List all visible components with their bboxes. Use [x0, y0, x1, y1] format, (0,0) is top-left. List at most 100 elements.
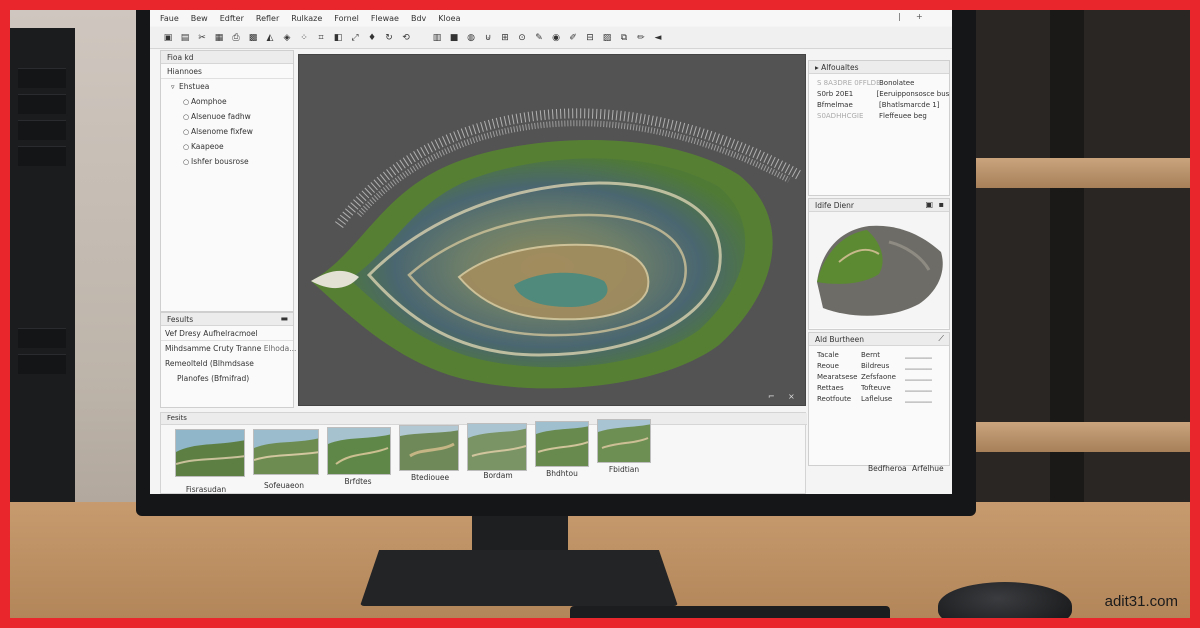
close-icon[interactable]: ▪: [939, 200, 944, 209]
globe-icon[interactable]: ◍: [465, 32, 477, 44]
property-row[interactable]: Tacale Bernt ▁▁▁▁▁: [809, 350, 949, 361]
attribute-row[interactable]: Bfmelmae [Bhatlsmarcde 1]: [809, 100, 949, 111]
pen-icon[interactable]: ✏: [635, 32, 647, 44]
status-right: Arfelhue: [912, 464, 944, 473]
page-icon[interactable]: ▤: [179, 32, 191, 44]
gallery-thumbnail[interactable]: [327, 427, 391, 475]
shape-icon[interactable]: ◭: [264, 32, 276, 44]
grid-icon[interactable]: ⊞: [499, 32, 511, 44]
cut-icon[interactable]: ✂: [196, 32, 208, 44]
app-window: Faue Bew Edfter Refler Rulkaze Fornel Fl…: [150, 10, 952, 494]
frame-icon[interactable]: ▦: [213, 32, 225, 44]
reload-icon[interactable]: ⟲: [400, 32, 412, 44]
collapse-icon[interactable]: ▬: [280, 314, 288, 323]
panel-title: Idife Dienr ▣ ▪: [809, 199, 949, 212]
tree-item[interactable]: ○ Kaapeoe: [161, 139, 293, 154]
pin-icon[interactable]: ⌐: [768, 392, 775, 401]
dots-icon[interactable]: ⁘: [298, 32, 310, 44]
tree-item[interactable]: ○ Alsenome fixfew: [161, 124, 293, 139]
attributes-panel: ▸ Alfoualtes S 8A3DRE 0FFLDE Bonolatee S0…: [808, 60, 950, 196]
gallery-thumbnail[interactable]: [175, 429, 245, 477]
menu-view[interactable]: Bew: [191, 14, 208, 23]
shelf-board: [962, 158, 1190, 188]
menu-help[interactable]: Kloea: [438, 14, 460, 23]
camera-icon[interactable]: ◉: [550, 32, 562, 44]
attribute-row[interactable]: S 8A3DRE 0FFLDE Bonolatee: [809, 78, 949, 89]
redo-icon[interactable]: ↻: [383, 32, 395, 44]
panel-title: ▸ Alfoualtes: [809, 61, 949, 74]
circle-icon: ○: [183, 98, 190, 106]
gallery-thumbnail[interactable]: [399, 425, 459, 471]
viewport-footer: ⌐ ×: [298, 390, 806, 406]
box-icon[interactable]: ■: [448, 32, 460, 44]
minimize-button[interactable]: |: [898, 12, 901, 21]
menu-window[interactable]: Flewae: [371, 14, 399, 23]
result-row[interactable]: Remeolteld (Blhmdsase: [161, 356, 293, 371]
tree-item[interactable]: ○ Alsenuoe fadhw: [161, 109, 293, 124]
panel-title: Fesults ▬: [161, 313, 293, 326]
gallery-thumbnail[interactable]: [253, 429, 319, 475]
drop-icon[interactable]: ♦: [366, 32, 378, 44]
gallery-thumbnail[interactable]: [597, 419, 651, 463]
thumbnail-label: Bhdhtou: [546, 469, 578, 478]
layers-icon[interactable]: ⧉: [618, 32, 630, 44]
property-row[interactable]: Reoue Bildreus ▁▁▁▁▁: [809, 361, 949, 372]
attribute-row[interactable]: S0rb 20E1 [Eeruipponsosce bus]: [809, 89, 949, 100]
layer-icon[interactable]: ▥: [431, 32, 443, 44]
menubar: Faue Bew Edfter Refler Rulkaze Fornel Fl…: [150, 10, 952, 26]
circle-icon: ○: [183, 113, 190, 121]
results-panel: Fesults ▬ Vef Dresy Aufhelracmoel Mihdsam…: [160, 312, 296, 408]
shape-icon[interactable]: ◈: [281, 32, 293, 44]
magnet-icon[interactable]: ⊍: [482, 32, 494, 44]
thumbnail-label: Bordam: [483, 471, 513, 480]
pen-icon[interactable]: ✎: [533, 32, 545, 44]
properties-panel: Ald Burtheen ⟋ Tacale Bernt ▁▁▁▁▁ Reoue Bild…: [808, 332, 950, 466]
grid-icon[interactable]: ⊟: [584, 32, 596, 44]
3d-viewport[interactable]: [298, 54, 806, 406]
pen-icon[interactable]: ✐: [567, 32, 579, 44]
status-left: Bedfheroa: [868, 464, 907, 473]
grid-icon[interactable]: ▩: [247, 32, 259, 44]
menu-filter[interactable]: Refler: [256, 14, 279, 23]
gallery-thumbnail[interactable]: [467, 423, 527, 471]
property-row[interactable]: Reotfoute Lafleluse ▁▁▁▁▁: [809, 394, 949, 405]
tree-item[interactable]: ○ Ishfer bousrose: [161, 154, 293, 169]
lasso-icon[interactable]: ⊙: [516, 32, 528, 44]
result-row[interactable]: Planofes (Bfmifrad): [161, 371, 293, 386]
pin-icon[interactable]: ⟋: [938, 334, 944, 344]
window-icon[interactable]: ▣: [925, 200, 933, 209]
tree-item[interactable]: ○ Aomphoe: [161, 94, 293, 109]
thumbnail-label: Btediouee: [410, 473, 450, 482]
shape-icon[interactable]: ◧: [332, 32, 344, 44]
property-row[interactable]: Mearatsese Zefsfaone ▁▁▁▁▁: [809, 372, 949, 383]
bookshelf-post: [1050, 10, 1084, 530]
keyboard: [570, 606, 890, 618]
menu-file[interactable]: Faue: [160, 14, 179, 23]
thumbnail-label: Brfdtes: [344, 477, 372, 486]
circle-icon: ○: [183, 143, 190, 151]
back-arrow-icon[interactable]: ◄: [652, 32, 664, 44]
menu-edit[interactable]: Edfter: [220, 14, 244, 23]
menu-render[interactable]: Rulkaze: [291, 14, 322, 23]
save-icon[interactable]: ▣: [162, 32, 174, 44]
menu-format[interactable]: Fornel: [334, 14, 359, 23]
watermark: adit31.com: [1104, 593, 1178, 610]
attribute-row[interactable]: S0ADHHCGIE Fleffeuee beg: [809, 111, 949, 122]
expand-icon[interactable]: ⤢: [349, 32, 361, 44]
print-icon[interactable]: ⎙: [230, 32, 242, 44]
image-gallery-panel: Fesits Fisrasudan Sofeuaeon Brfdtes Bted…: [160, 412, 807, 494]
result-row[interactable]: Mihdsamme Cruty Tranne Elhoda...: [161, 341, 296, 356]
result-row[interactable]: Vef Dresy Aufhelracmoel: [161, 326, 293, 341]
thumbnail-label: Fbidtian: [608, 465, 640, 474]
scene-tree-panel: Fioa kd Hiannoes ▿ Ehstuea ○ Aomphoe ○ Alse…: [160, 50, 294, 312]
image-icon[interactable]: ▨: [601, 32, 613, 44]
panel-title: Fioa kd: [161, 51, 293, 64]
tree-item[interactable]: ▿ Ehstuea: [161, 79, 293, 94]
property-row[interactable]: Rettaes Tofteuve ▁▁▁▁▁: [809, 383, 949, 394]
menu-tools[interactable]: Bdv: [411, 14, 426, 23]
gallery-thumbnail[interactable]: [535, 421, 589, 467]
add-window-button[interactable]: +: [916, 12, 923, 21]
expand-icon[interactable]: ▿: [171, 80, 179, 95]
close-icon[interactable]: ×: [788, 392, 795, 401]
crop-icon[interactable]: ⌗: [315, 32, 327, 44]
